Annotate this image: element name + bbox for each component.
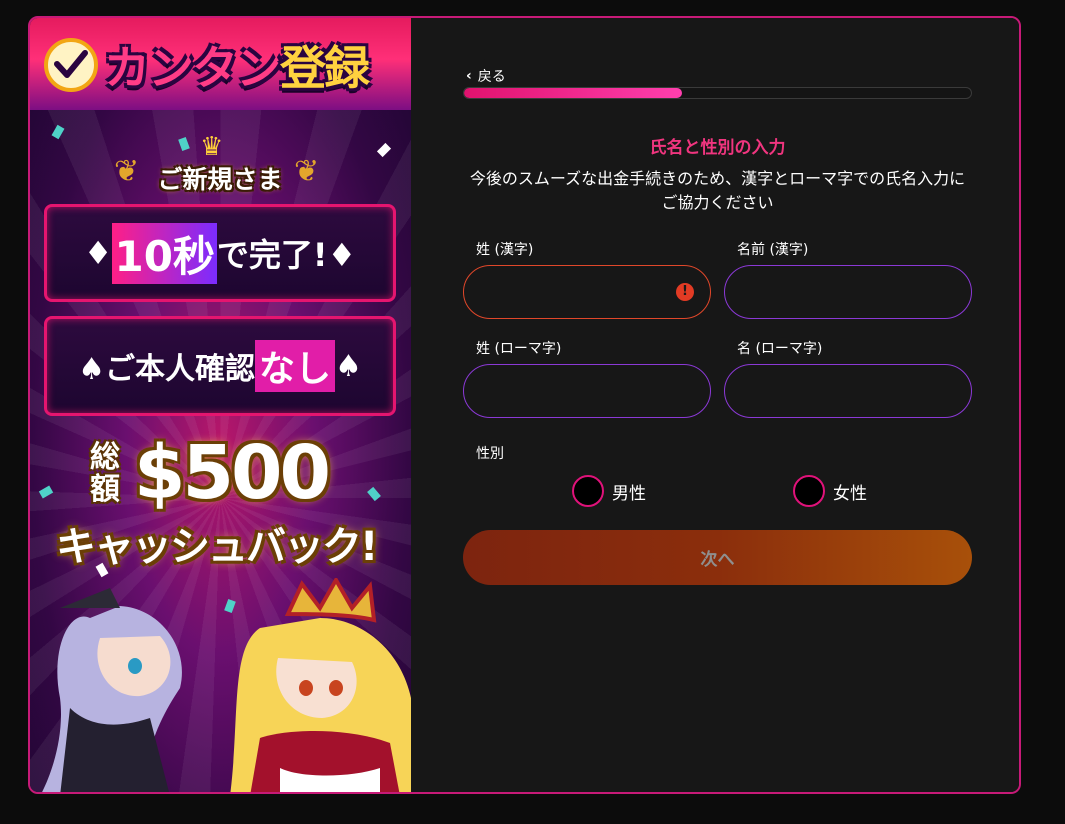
step-title: 氏名と性別の入力: [649, 138, 786, 158]
cashback-label: キャッシュバック!: [56, 524, 378, 570]
check-icon: [44, 38, 98, 92]
step-description: 今後のスムーズな出金手続きのため、漢字とローマ字での氏名入力にご協力ください: [469, 169, 966, 212]
last-name-kanji-field: !: [463, 265, 711, 319]
last-name-roman-label: 姓 (ローマ字): [476, 341, 562, 357]
anime-characters-illustration: [42, 578, 411, 792]
laurel-right-icon: ❦: [294, 154, 320, 189]
gender-male-label: 男性: [612, 483, 646, 504]
promo-banner: カンタン登録 ♛ ❦ ご新規さま ❦ ♦ 10秒 で完了!♦ ♠ご本人確認 なし ♠ 総…: [30, 18, 411, 792]
radio-circle-female[interactable]: [793, 475, 825, 507]
back-button[interactable]: ‹ 戻る: [466, 66, 506, 86]
first-name-roman-field: [724, 364, 972, 418]
promo-title-part2: 登録: [280, 41, 370, 95]
box2-pre: ♠ご本人確認: [78, 352, 255, 387]
gender-female-radio[interactable]: 女性: [793, 475, 867, 507]
gender-male-radio[interactable]: 男性: [572, 475, 646, 507]
next-button[interactable]: 次へ: [463, 530, 972, 585]
welcome-badge: ♛ ❦ ご新規さま ❦: [114, 132, 322, 196]
error-icon: !: [676, 283, 694, 301]
radio-circle-male[interactable]: [572, 475, 604, 507]
gender-female-label: 女性: [833, 483, 867, 504]
first-name-kanji-input[interactable]: [725, 266, 971, 318]
step-progress-bar: [463, 87, 972, 99]
promo-title-part1: カンタン: [104, 41, 282, 95]
first-name-roman-label: 名 (ローマ字): [737, 341, 823, 357]
progress-fill: [464, 88, 682, 98]
chevron-left-icon: ‹: [466, 68, 472, 84]
cashback-amount: $500: [134, 430, 331, 516]
box1-post: で完了!♦: [216, 236, 357, 274]
box1-highlight: 10秒: [112, 222, 217, 284]
last-name-kanji-input[interactable]: [464, 266, 710, 318]
last-name-kanji-label: 姓 (漢字): [476, 242, 534, 258]
first-name-kanji-label: 名前 (漢字): [737, 242, 809, 258]
first-name-kanji-field: [724, 265, 972, 319]
promo-box-10sec: ♦ 10秒 で完了!♦: [44, 204, 396, 302]
welcome-label: ご新規さま: [157, 165, 283, 194]
box2-highlight: なし: [254, 340, 335, 392]
back-label: 戻る: [477, 69, 506, 85]
gender-label: 性別: [476, 446, 504, 462]
crown-icon: ♛: [200, 132, 224, 162]
cashback-offer: 総額 $500 キャッシュバック!: [50, 430, 396, 574]
promo-box-no-kyc: ♠ご本人確認 なし ♠: [44, 316, 396, 416]
box1-pre: ♦: [83, 234, 113, 272]
last-name-roman-input[interactable]: [464, 365, 710, 417]
first-name-roman-input[interactable]: [725, 365, 971, 417]
promo-title: カンタン登録: [104, 32, 370, 98]
box2-post: ♠: [335, 348, 362, 384]
cashback-total-label: 総額: [90, 440, 120, 507]
last-name-roman-field: [463, 364, 711, 418]
